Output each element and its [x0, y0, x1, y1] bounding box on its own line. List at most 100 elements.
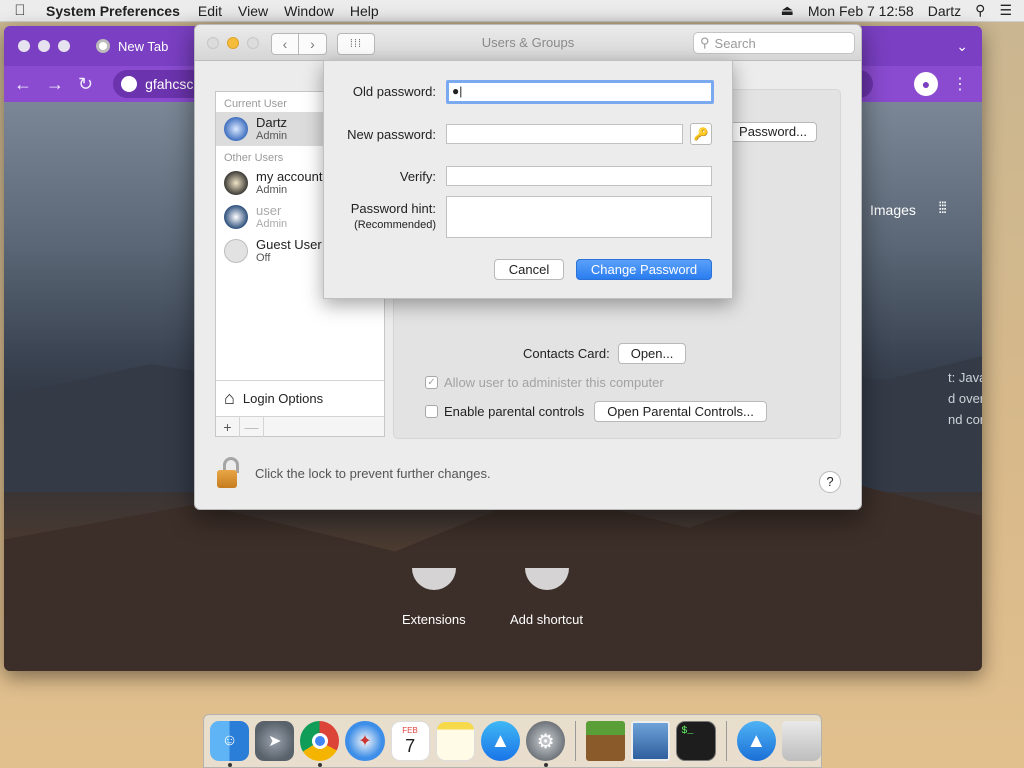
login-options-item[interactable]: ⌂ Login Options [216, 380, 384, 416]
allow-admin-checkbox[interactable]: ✓ [425, 376, 438, 389]
shortcut-extensions[interactable]: Extensions [402, 568, 466, 627]
minecraft-block-icon[interactable] [586, 721, 626, 761]
lock-body [217, 470, 237, 488]
contacts-card-label: Contacts Card: [523, 346, 610, 361]
verify-field[interactable] [446, 166, 712, 186]
search-icon: ⚲ [700, 35, 710, 50]
notes-icon[interactable] [435, 721, 475, 761]
lock-row: Click the lock to prevent further change… [215, 457, 491, 489]
password-hint-label: Password hint: [350, 201, 436, 216]
tab-search-chevron-icon[interactable]: ⌄ [956, 38, 982, 55]
change-password-button[interactable]: Password... [729, 122, 817, 142]
forward-arrow-icon[interactable]: → [46, 74, 64, 95]
new-password-label: New password: [347, 127, 436, 142]
eject-icon[interactable]: ⏏ [781, 2, 794, 19]
chrome-icon [96, 39, 110, 53]
menu-window[interactable]: Window [276, 3, 342, 19]
user-role: Admin [256, 183, 288, 196]
running-indicator [543, 763, 548, 767]
add-user-button[interactable]: + [216, 417, 240, 437]
profile-icon[interactable]: ● [914, 72, 938, 96]
reload-icon[interactable]: ↻ [78, 74, 93, 95]
user-name: Dartz [256, 114, 288, 130]
browser-close-icon[interactable] [18, 40, 30, 52]
old-password-field[interactable]: ●| [446, 80, 714, 104]
guest-avatar-icon [224, 239, 248, 263]
side-text-line: nd con [948, 412, 982, 427]
preview-icon[interactable] [631, 721, 671, 761]
browser-minimize-icon[interactable] [38, 40, 50, 52]
browser-tab-title: New Tab [118, 38, 169, 54]
back-arrow-icon[interactable]: ← [14, 74, 32, 95]
shortcut-icon [411, 568, 456, 590]
search-placeholder: Search [714, 35, 756, 51]
change-password-confirm-button[interactable]: Change Password [576, 259, 712, 280]
parental-controls-label: Enable parental controls [444, 404, 585, 419]
prefs-search-field[interactable]: ⚲ Search [693, 32, 855, 54]
menu-app-name[interactable]: System Preferences [40, 3, 190, 19]
remove-user-button[interactable]: — [240, 417, 264, 437]
menu-view[interactable]: View [230, 3, 276, 19]
system-preferences-gear-icon[interactable]: ⚙ [525, 721, 566, 767]
calendar-day: 7 [405, 736, 416, 756]
terminal-icon[interactable]: $_ [676, 721, 716, 761]
user-role: Admin [256, 217, 288, 230]
change-password-sheet: Old password: ●| New password: 🔑 Verify:… [323, 60, 733, 299]
menubar-user[interactable]: Dartz [928, 3, 961, 19]
finder-icon[interactable]: ☺ [210, 721, 250, 767]
new-password-field[interactable] [446, 124, 683, 144]
shortcut-label: Extensions [402, 612, 466, 627]
launchpad-icon[interactable]: ➤ [255, 721, 295, 761]
downloads-stack-icon[interactable]: ▲ [736, 721, 776, 761]
app-store-icon[interactable]: ▲ [480, 721, 520, 761]
browser-zoom-icon[interactable] [58, 40, 70, 52]
user-role: Admin [256, 129, 288, 142]
side-text-line: t: Java [948, 370, 982, 385]
calendar-month: FEB [402, 726, 418, 735]
side-text-line: d over [948, 391, 982, 406]
shortcut-icon [524, 568, 569, 590]
running-indicator [318, 763, 323, 767]
add-remove-bar: + — [216, 416, 384, 437]
contacts-open-button[interactable]: Open... [617, 343, 687, 364]
google-icon [121, 76, 138, 92]
menubar-clock[interactable]: Mon Feb 7 12:58 [808, 3, 914, 19]
old-password-value: ●| [452, 84, 463, 98]
allow-admin-row: ✓ Allow user to administer this computer [425, 375, 664, 390]
parental-controls-checkbox[interactable] [425, 405, 438, 418]
menu-bar:  System Preferences Edit View Window He… [0, 0, 1024, 22]
dock: ☺ ➤ ✦ FEB 7 ▲ ⚙ $_ ▲ [203, 714, 822, 768]
cancel-button[interactable]: Cancel [494, 259, 564, 280]
google-apps-icon[interactable]: ⁞⁞⁞ [938, 200, 947, 218]
password-hint-field[interactable] [446, 196, 712, 238]
open-parental-controls-button[interactable]: Open Parental Controls... [594, 401, 767, 422]
user-name: Guest User [256, 236, 322, 252]
spotlight-search-icon[interactable]: ⚲ [975, 2, 985, 19]
allow-admin-label: Allow user to administer this computer [444, 375, 664, 390]
password-assistant-key-icon[interactable]: 🔑 [690, 123, 712, 145]
dock-separator [725, 721, 727, 761]
penguin-avatar-icon [224, 205, 248, 229]
notification-center-icon[interactable]: ☰ [999, 2, 1012, 19]
calendar-icon[interactable]: FEB 7 [390, 721, 430, 761]
safari-compass-icon[interactable]: ✦ [345, 721, 385, 761]
chrome-icon[interactable] [300, 721, 340, 767]
address-bar-text: gfahcsc [145, 76, 194, 92]
parental-controls-row: Enable parental controls Open Parental C… [425, 401, 767, 422]
lock-icon[interactable] [215, 457, 243, 489]
snowflake-avatar-icon [224, 117, 248, 141]
help-button[interactable]: ? [819, 471, 841, 493]
eagle-avatar-icon [224, 171, 248, 195]
side-panel-text: t: Java d over nd con [948, 367, 982, 430]
shortcut-add[interactable]: Add shortcut [510, 568, 583, 627]
login-options-label: Login Options [242, 391, 324, 406]
menu-help[interactable]: Help [342, 3, 387, 19]
images-link[interactable]: Images [870, 202, 916, 218]
menu-edit[interactable]: Edit [190, 3, 230, 19]
trash-icon[interactable] [781, 721, 821, 761]
apple-menu-icon[interactable]:  [0, 2, 40, 19]
old-password-label: Old password: [352, 84, 436, 99]
user-role: Off [256, 251, 271, 264]
browser-menu-icon[interactable]: ⋮ [952, 74, 982, 94]
browser-tab[interactable]: New Tab [96, 39, 168, 54]
